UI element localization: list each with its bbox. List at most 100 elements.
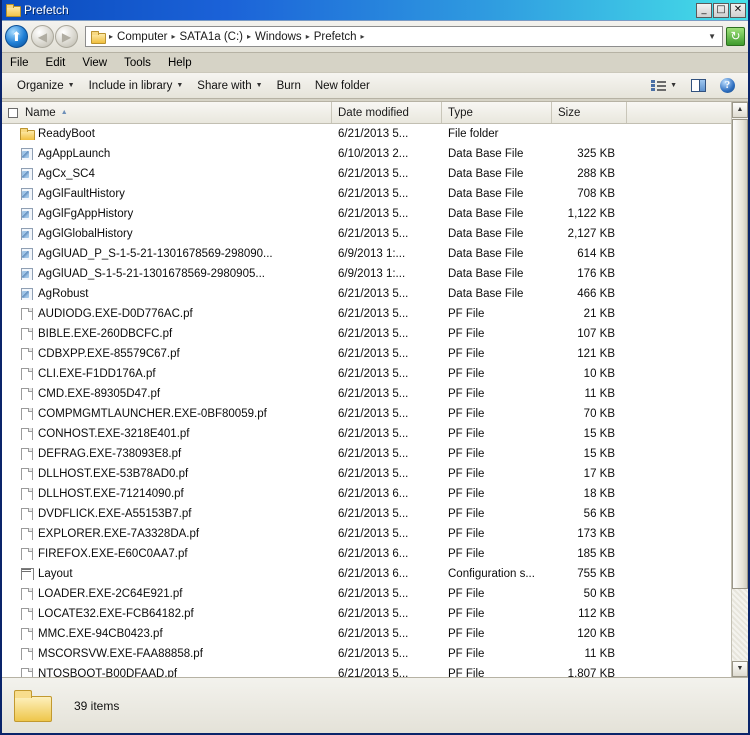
table-row[interactable]: AgGlUAD_P_S-1-5-21-1301678569-298090... 6… — [2, 244, 748, 264]
column-header-name[interactable]: Name ▲ — [2, 102, 332, 123]
breadcrumb-separator-2[interactable]: ▸ — [245, 32, 253, 41]
menu-item-file[interactable]: File — [10, 56, 38, 70]
column-header-date-modified[interactable]: Date modified — [332, 102, 442, 123]
table-row[interactable]: DLLHOST.EXE-53B78AD0.pf 6/21/2013 5... PF … — [2, 464, 748, 484]
table-row[interactable]: AUDIODG.EXE-D0D776AC.pf 6/21/2013 5... PF … — [2, 304, 748, 324]
table-row[interactable]: LOCATE32.EXE-FCB64182.pf 6/21/2013 5... PF… — [2, 604, 748, 624]
file-name-cell[interactable]: NTOSBOOT-B00DFAAD.pf — [2, 668, 332, 677]
change-view-button[interactable]: ▼ — [644, 77, 684, 94]
table-row[interactable]: CMD.EXE-89305D47.pf 6/21/2013 5... PF File… — [2, 384, 748, 404]
close-button[interactable]: ✕ — [730, 2, 746, 18]
share-with-button[interactable]: Share with ▼ — [190, 78, 269, 94]
file-name-cell[interactable]: CMD.EXE-89305D47.pf — [2, 388, 332, 400]
breadcrumb-item-drive[interactable]: SATA1a (C:) — [178, 31, 245, 43]
file-name-cell[interactable]: MMC.EXE-94CB0423.pf — [2, 628, 332, 640]
file-name-cell[interactable]: CDBXPP.EXE-85579C67.pf — [2, 348, 332, 360]
maximize-button[interactable]: □ — [713, 2, 729, 18]
file-name-cell[interactable]: COMPMGMTLAUNCHER.EXE-0BF80059.pf — [2, 408, 332, 420]
table-row[interactable]: CLI.EXE-F1DD176A.pf 6/21/2013 5... PF File… — [2, 364, 748, 384]
scrollbar-thumb[interactable] — [732, 119, 748, 589]
table-row[interactable]: EXPLORER.EXE-7A3328DA.pf 6/21/2013 5... PF… — [2, 524, 748, 544]
help-button[interactable]: ? — [713, 76, 742, 95]
breadcrumb-item-windows[interactable]: Windows — [253, 31, 304, 43]
column-header-type[interactable]: Type — [442, 102, 552, 123]
file-size-cell: 173 KB — [577, 528, 615, 540]
file-name-cell[interactable]: DEFRAG.EXE-738093E8.pf — [2, 448, 332, 460]
table-row[interactable]: FIREFOX.EXE-E60C0AA7.pf 6/21/2013 6... PF … — [2, 544, 748, 564]
table-row[interactable]: ReadyBoot 6/21/2013 5... File folder — [2, 124, 748, 144]
table-row[interactable]: CDBXPP.EXE-85579C67.pf 6/21/2013 5... PF F… — [2, 344, 748, 364]
breadcrumb-separator-3[interactable]: ▸ — [304, 32, 312, 41]
menu-item-view[interactable]: View — [82, 56, 116, 70]
column-header-extra[interactable] — [627, 102, 748, 123]
file-name-cell[interactable]: LOCATE32.EXE-FCB64182.pf — [2, 608, 332, 620]
include-in-library-button[interactable]: Include in library ▼ — [82, 78, 191, 94]
table-row[interactable]: COMPMGMTLAUNCHER.EXE-0BF80059.pf 6/21/201… — [2, 404, 748, 424]
file-name-cell[interactable]: FIREFOX.EXE-E60C0AA7.pf — [2, 548, 332, 560]
file-name-cell[interactable]: AgGlUAD_S-1-5-21-1301678569-2980905... — [2, 268, 332, 280]
file-name-cell[interactable]: DLLHOST.EXE-71214090.pf — [2, 488, 332, 500]
table-row[interactable]: DVDFLICK.EXE-A55153B7.pf 6/21/2013 5... PF… — [2, 504, 748, 524]
file-rows-container[interactable]: ReadyBoot 6/21/2013 5... File folder AgAppL… — [2, 124, 748, 677]
menu-item-edit[interactable]: Edit — [46, 56, 75, 70]
table-row[interactable]: AgRobust 6/21/2013 5... Data Base File 466 … — [2, 284, 748, 304]
file-name-cell[interactable]: MSCORSVW.EXE-FAA88858.pf — [2, 648, 332, 660]
forward-arrow-icon[interactable]: ▶ — [55, 25, 78, 48]
table-row[interactable]: LOADER.EXE-2C64E921.pf 6/21/2013 5... PF F… — [2, 584, 748, 604]
file-name-cell[interactable]: Layout — [2, 568, 332, 580]
table-row[interactable]: MSCORSVW.EXE-FAA88858.pf 6/21/2013 5... PF… — [2, 644, 748, 664]
file-name-cell[interactable]: DVDFLICK.EXE-A55153B7.pf — [2, 508, 332, 520]
burn-button[interactable]: Burn — [270, 78, 308, 94]
scrollbar-track[interactable] — [732, 119, 748, 660]
table-row[interactable]: DEFRAG.EXE-738093E8.pf 6/21/2013 5... PF F… — [2, 444, 748, 464]
table-row[interactable]: AgGlFaultHistory 6/21/2013 5... Data Base … — [2, 184, 748, 204]
table-row[interactable]: AgGlGlobalHistory 6/21/2013 5... Data Base… — [2, 224, 748, 244]
window-folder-icon — [6, 3, 21, 17]
breadcrumb-separator-1[interactable]: ▸ — [170, 32, 178, 41]
breadcrumb[interactable]: ▸ Computer ▸ SATA1a (C:) ▸ Windows ▸ Pre… — [85, 26, 723, 47]
table-row[interactable]: AgAppLaunch 6/10/2013 2... Data Base File 3… — [2, 144, 748, 164]
table-row[interactable]: AgGlFgAppHistory 6/21/2013 5... Data Base … — [2, 204, 748, 224]
file-name-cell[interactable]: AgGlUAD_P_S-1-5-21-1301678569-298090... — [2, 248, 332, 260]
menu-item-help[interactable]: Help — [168, 56, 201, 70]
minimize-button[interactable]: _ — [696, 2, 712, 18]
table-row[interactable]: AgCx_SC4 6/21/2013 5... Data Base File 288 … — [2, 164, 748, 184]
file-name-cell[interactable]: ReadyBoot — [2, 128, 332, 140]
file-name-cell[interactable]: DLLHOST.EXE-53B78AD0.pf — [2, 468, 332, 480]
table-row[interactable]: BIBLE.EXE-260DBCFC.pf 6/21/2013 5... PF Fi… — [2, 324, 748, 344]
breadcrumb-separator-4[interactable]: ▸ — [359, 32, 367, 41]
file-name-cell[interactable]: AgRobust — [2, 288, 332, 300]
table-row[interactable]: AgGlUAD_S-1-5-21-1301678569-2980905... 6/… — [2, 264, 748, 284]
file-name-cell[interactable]: CLI.EXE-F1DD176A.pf — [2, 368, 332, 380]
select-all-checkbox[interactable] — [8, 107, 18, 118]
breadcrumb-history-dropdown-icon[interactable]: ▼ — [708, 32, 720, 41]
vertical-scrollbar[interactable]: ▲ ▼ — [731, 102, 748, 677]
file-name-cell[interactable]: AgGlFaultHistory — [2, 188, 332, 200]
table-row[interactable]: MMC.EXE-94CB0423.pf 6/21/2013 5... PF File… — [2, 624, 748, 644]
file-name-cell[interactable]: AgCx_SC4 — [2, 168, 332, 180]
column-header-size[interactable]: Size — [552, 102, 627, 123]
file-name-cell[interactable]: AUDIODG.EXE-D0D776AC.pf — [2, 308, 332, 320]
file-name-cell[interactable]: AgGlGlobalHistory — [2, 228, 332, 240]
file-name-cell[interactable]: AgAppLaunch — [2, 148, 332, 160]
file-name-cell[interactable]: LOADER.EXE-2C64E921.pf — [2, 588, 332, 600]
preview-pane-button[interactable] — [684, 77, 713, 94]
file-name-cell[interactable]: EXPLORER.EXE-7A3328DA.pf — [2, 528, 332, 540]
back-arrow-icon[interactable]: ◀ — [31, 25, 54, 48]
file-name-cell[interactable]: CONHOST.EXE-3218E401.pf — [2, 428, 332, 440]
table-row[interactable]: Layout 6/21/2013 6... Configuration s... 75… — [2, 564, 748, 584]
up-arrow-icon[interactable]: ⬆ — [5, 25, 28, 48]
scroll-up-button[interactable]: ▲ — [732, 102, 748, 118]
menu-item-tools[interactable]: Tools — [124, 56, 160, 70]
new-folder-button[interactable]: New folder — [308, 78, 377, 94]
file-name-cell[interactable]: AgGlFgAppHistory — [2, 208, 332, 220]
scroll-down-button[interactable]: ▼ — [732, 661, 748, 677]
organize-button[interactable]: Organize ▼ — [10, 78, 82, 94]
table-row[interactable]: DLLHOST.EXE-71214090.pf 6/21/2013 6... PF … — [2, 484, 748, 504]
refresh-icon[interactable]: ↻ — [726, 27, 745, 46]
breadcrumb-item-prefetch[interactable]: Prefetch — [312, 31, 359, 43]
breadcrumb-item-computer[interactable]: Computer — [115, 31, 170, 43]
file-name-cell[interactable]: BIBLE.EXE-260DBCFC.pf — [2, 328, 332, 340]
table-row[interactable]: NTOSBOOT-B00DFAAD.pf 6/21/2013 5... PF Fil… — [2, 664, 748, 677]
table-row[interactable]: CONHOST.EXE-3218E401.pf 6/21/2013 5... PF … — [2, 424, 748, 444]
